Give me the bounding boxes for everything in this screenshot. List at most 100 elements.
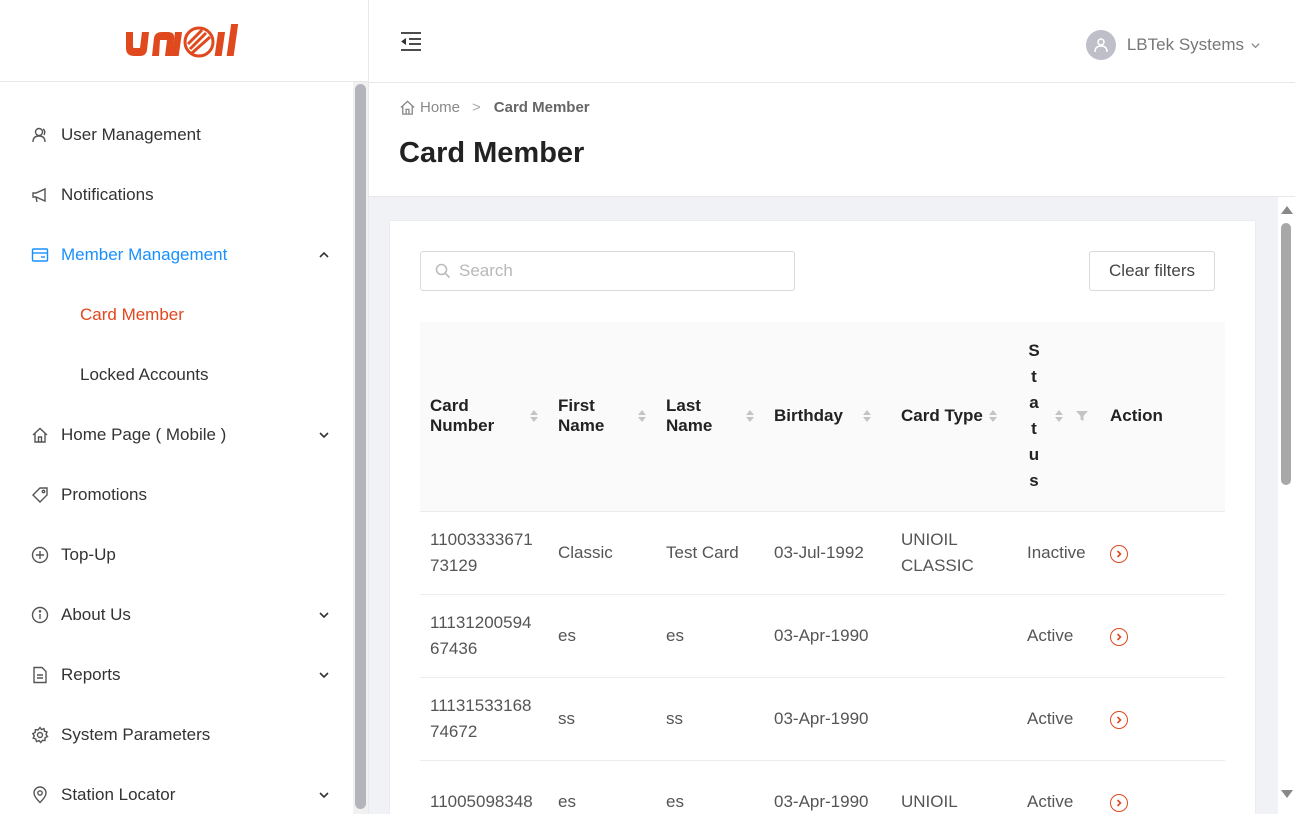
sidebar-item-system-parameters[interactable]: System Parameters	[0, 705, 352, 765]
cell-text: 11131200594	[430, 612, 532, 632]
cell-text: 67436	[430, 638, 478, 658]
cell-card-number: 11131200594 67436	[420, 594, 548, 678]
card-member-table: Card Number First Name Last Name Birthda…	[420, 322, 1225, 814]
cell-card-number: 11131533168 74672	[420, 677, 548, 761]
cell-text: 11005098348	[430, 791, 533, 811]
column-header-label: Card	[430, 396, 469, 416]
status-letter: u	[1028, 445, 1040, 465]
sidebar-item-locked-accounts[interactable]: Locked Accounts	[0, 345, 352, 405]
chevron-right-icon	[1116, 549, 1122, 558]
cell-card-type: UNIOIL CLASSIC	[891, 511, 1017, 595]
scroll-up-arrow[interactable]	[1281, 206, 1293, 214]
sidebar-item-label: Card Member	[80, 305, 184, 324]
status-letter: s	[1029, 471, 1039, 491]
column-header-label: Action	[1110, 406, 1163, 426]
search-icon	[435, 263, 451, 279]
sidebar-item-top-up[interactable]: Top-Up	[0, 525, 352, 585]
sidebar-item-home-page-mobile[interactable]: Home Page ( Mobile )	[0, 405, 352, 465]
scroll-down-arrow[interactable]	[1281, 790, 1293, 798]
sidebar-item-card-member[interactable]: Card Member	[0, 285, 352, 345]
sidebar-item-label: Station Locator	[61, 785, 176, 804]
search-input[interactable]	[459, 261, 779, 281]
column-header-card-number[interactable]: Card Number	[420, 322, 548, 512]
sort-icon[interactable]	[638, 410, 646, 423]
sort-icon[interactable]	[989, 410, 997, 423]
table-card: Clear filters CardNumber FirstN	[389, 220, 1256, 814]
column-header-first-name[interactable]: First Name	[548, 322, 656, 512]
column-header-birthday[interactable]: Birthday	[764, 322, 891, 512]
breadcrumb-home-link[interactable]: Home	[420, 99, 460, 116]
table-row: 11003333671 73129 Classic Test Card 03-Ju…	[420, 511, 1225, 595]
sort-icon[interactable]	[1055, 410, 1063, 423]
sidebar-item-user-management[interactable]: User Management	[0, 105, 352, 165]
sort-icon[interactable]	[530, 410, 538, 423]
search-box[interactable]	[420, 251, 795, 291]
cell-birthday: 03-Jul-1992	[764, 511, 891, 595]
cell-first-name: ss	[548, 677, 656, 761]
top-header: LBTek Systems	[369, 0, 1295, 83]
cell-last-name: es	[656, 594, 764, 678]
view-details-button[interactable]	[1110, 793, 1128, 812]
cell-text: UNIOIL	[901, 791, 958, 811]
sidebar-item-label: About Us	[61, 605, 131, 624]
sort-icon[interactable]	[863, 410, 871, 423]
column-header-label: Birthday	[774, 406, 843, 426]
chevron-down-icon	[319, 672, 329, 679]
cell-last-name: es	[656, 760, 764, 814]
user-menu[interactable]: LBTek Systems	[1085, 30, 1261, 60]
user-icon	[1094, 38, 1108, 53]
content-scrollbar[interactable]	[1278, 197, 1295, 814]
sidebar-item-label: System Parameters	[61, 725, 211, 744]
sidebar-item-label: Locked Accounts	[80, 365, 209, 384]
status-letter: t	[1031, 419, 1037, 439]
sidebar-item-notifications[interactable]: Notifications	[0, 165, 352, 225]
content-scrollbar-thumb[interactable]	[1281, 223, 1291, 485]
column-header-label: Name	[666, 416, 713, 436]
column-header-status[interactable]: S t a t u s	[1017, 322, 1100, 512]
column-header-label: First	[558, 396, 595, 416]
sidebar-item-label: Reports	[61, 665, 121, 684]
main-content: Clear filters CardNumber FirstN	[369, 197, 1278, 814]
tag-icon	[31, 486, 49, 504]
view-details-button[interactable]	[1110, 544, 1128, 563]
column-header-last-name[interactable]: Last Name	[656, 322, 764, 512]
sort-icon[interactable]	[746, 410, 754, 423]
table-row: 11131533168 74672 ss ss 03-Apr-1990 Activ…	[420, 677, 1225, 761]
chevron-down-icon	[319, 432, 329, 439]
status-letter: a	[1029, 393, 1039, 413]
column-header-card-type[interactable]: Card Type	[891, 322, 1017, 512]
sidebar-item-station-locator[interactable]: Station Locator	[0, 765, 352, 814]
avatar	[1085, 30, 1116, 60]
column-header-action: Action	[1100, 322, 1225, 512]
home-icon	[31, 426, 49, 444]
chevron-down-icon	[319, 612, 329, 619]
sidebar-scrollbar-thumb[interactable]	[355, 84, 366, 809]
column-header-label: S t a t u s	[1027, 338, 1041, 494]
cell-first-name: es	[548, 594, 656, 678]
chevron-right-icon	[1116, 798, 1122, 807]
view-details-button[interactable]	[1110, 627, 1128, 646]
cell-action	[1100, 760, 1225, 814]
column-header-label: Last	[666, 396, 701, 416]
column-header-label: Number	[430, 416, 495, 436]
cell-text: 74672	[430, 721, 478, 741]
card-icon	[31, 246, 49, 264]
chevron-down-icon	[319, 792, 329, 799]
cell-action	[1100, 677, 1225, 761]
clear-filters-button[interactable]: Clear filters	[1089, 251, 1215, 291]
location-icon	[31, 786, 49, 804]
view-details-button[interactable]	[1110, 710, 1128, 729]
megaphone-icon	[31, 186, 49, 204]
user-icon	[31, 126, 49, 144]
sidebar-item-about-us[interactable]: About Us	[0, 585, 352, 645]
filter-icon[interactable]	[1075, 409, 1089, 423]
page-title: Card Member	[399, 137, 585, 169]
sidebar-item-member-management[interactable]: Member Management	[0, 225, 352, 285]
sidebar-scrollbar[interactable]	[353, 82, 368, 814]
info-icon	[31, 606, 49, 624]
menu-fold-button[interactable]	[399, 29, 423, 53]
cell-first-name: Classic	[548, 511, 656, 595]
cell-status: Active	[1017, 760, 1100, 814]
sidebar-item-reports[interactable]: Reports	[0, 645, 352, 705]
sidebar-item-promotions[interactable]: Promotions	[0, 465, 352, 525]
